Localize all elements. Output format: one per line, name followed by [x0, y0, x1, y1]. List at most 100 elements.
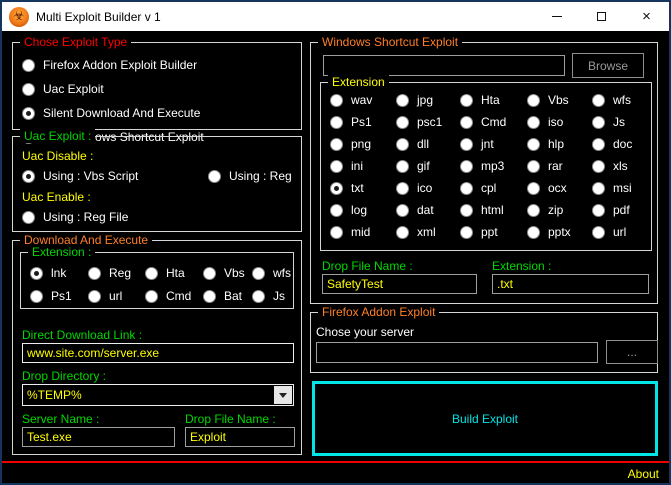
- group-title-extension-left: Extension :: [28, 245, 95, 259]
- direct-download-link-input[interactable]: [22, 343, 294, 363]
- radio-label: png: [351, 137, 371, 151]
- radio-reg[interactable]: Reg: [88, 266, 145, 280]
- radio-js[interactable]: Js: [592, 115, 644, 129]
- radio-label: rar: [548, 159, 563, 173]
- radio-vbs[interactable]: Vbs: [203, 266, 252, 280]
- shortcut-path-input[interactable]: [323, 55, 565, 76]
- radio-jpg[interactable]: jpg: [396, 93, 460, 107]
- radio-hta[interactable]: Hta: [145, 266, 203, 280]
- radio-wfs[interactable]: wfs: [252, 266, 294, 280]
- radio-dat[interactable]: dat: [396, 203, 460, 217]
- chose-your-server-label: Chose your server: [316, 325, 414, 339]
- radio-ps1[interactable]: Ps1: [30, 289, 88, 303]
- radio-pdf[interactable]: pdf: [592, 203, 644, 217]
- radio-using-reg[interactable]: Using : Reg: [208, 169, 292, 183]
- radio-using-vbs-script[interactable]: Using : Vbs Script: [22, 169, 208, 183]
- radio-cmd[interactable]: Cmd: [145, 289, 203, 303]
- browse-button[interactable]: Browse: [572, 53, 644, 78]
- radio-label: wav: [351, 93, 372, 107]
- radio-html[interactable]: html: [460, 203, 527, 217]
- radio-zip[interactable]: zip: [527, 203, 592, 217]
- client-area: Chose Exploit Type Firefox Addon Exploit…: [2, 31, 669, 483]
- about-link[interactable]: About: [628, 467, 659, 481]
- build-exploit-button[interactable]: Build Exploit: [312, 381, 658, 456]
- extension-label-right: Extension :: [492, 259, 551, 273]
- radio-wfs[interactable]: wfs: [592, 93, 644, 107]
- radio-url[interactable]: url: [592, 225, 644, 239]
- radio-circle-icon: [527, 226, 540, 239]
- radio-label: html: [481, 203, 504, 217]
- minimize-button[interactable]: [534, 2, 579, 31]
- radio-ps1[interactable]: Ps1: [330, 115, 396, 129]
- firefox-server-input[interactable]: [316, 342, 598, 363]
- radio-mp3[interactable]: mp3: [460, 159, 527, 173]
- minimize-icon: [552, 16, 562, 17]
- radio-psc1[interactable]: psc1: [396, 115, 460, 129]
- radio-label: Ps1: [51, 289, 72, 303]
- radio-circle-icon: [22, 170, 35, 183]
- radio-label: msi: [613, 181, 632, 195]
- radio-label: Using : Reg File: [43, 210, 128, 224]
- server-name-input[interactable]: [22, 427, 175, 447]
- radio-vbs[interactable]: Vbs: [527, 93, 592, 107]
- radio-ini[interactable]: ini: [330, 159, 396, 173]
- close-button[interactable]: ×: [624, 2, 669, 31]
- radio-js[interactable]: Js: [252, 289, 294, 303]
- radio-wav[interactable]: wav: [330, 93, 396, 107]
- radio-circle-icon: [252, 290, 265, 303]
- radio-circle-icon: [88, 290, 101, 303]
- radio-using-reg-file[interactable]: Using : Reg File: [22, 210, 128, 224]
- radio-msi[interactable]: msi: [592, 181, 644, 195]
- radio-label: txt: [351, 181, 364, 195]
- radio-log[interactable]: log: [330, 203, 396, 217]
- app-icon: ☣: [9, 7, 29, 27]
- radio-png[interactable]: png: [330, 137, 396, 151]
- radio-pptx[interactable]: pptx: [527, 225, 592, 239]
- radio-hlp[interactable]: hlp: [527, 137, 592, 151]
- radio-ocx[interactable]: ocx: [527, 181, 592, 195]
- radio-label: Silent Download And Execute: [43, 106, 200, 120]
- radio-label: hlp: [548, 137, 564, 151]
- radio-txt[interactable]: txt: [330, 181, 396, 195]
- radio-label: Uac Exploit: [43, 82, 104, 96]
- radio-xml[interactable]: xml: [396, 225, 460, 239]
- radio-doc[interactable]: doc: [592, 137, 644, 151]
- radio-uac-exploit[interactable]: Uac Exploit: [22, 82, 104, 96]
- drop-directory-combobox[interactable]: %TEMP%: [22, 384, 294, 406]
- uac-disable-options: Using : Vbs Script Using : Reg: [22, 169, 294, 183]
- radio-bat[interactable]: Bat: [203, 289, 252, 303]
- radio-silent-download-and-execute[interactable]: Silent Download And Execute: [22, 106, 294, 120]
- radio-lnk[interactable]: lnk: [30, 266, 88, 280]
- drop-directory-label: Drop Directory :: [22, 369, 106, 383]
- radio-gif[interactable]: gif: [396, 159, 460, 173]
- radio-ico[interactable]: ico: [396, 181, 460, 195]
- radio-firefox-addon-exploit-builder[interactable]: Firefox Addon Exploit Builder: [22, 58, 213, 72]
- radio-label: zip: [548, 203, 563, 217]
- radio-hta[interactable]: Hta: [460, 93, 527, 107]
- radio-circle-icon: [396, 204, 409, 217]
- maximize-button[interactable]: [579, 2, 624, 31]
- radio-cmd[interactable]: Cmd: [460, 115, 527, 129]
- group-title-firefox-addon-exploit: Firefox Addon Exploit: [318, 305, 439, 319]
- radio-dll[interactable]: dll: [396, 137, 460, 151]
- drop-file-name-input-right[interactable]: [322, 274, 477, 294]
- radio-url[interactable]: url: [88, 289, 145, 303]
- radio-label: Using : Vbs Script: [43, 169, 138, 183]
- radio-circle-icon: [396, 160, 409, 173]
- radio-xls[interactable]: xls: [592, 159, 644, 173]
- radio-circle-icon: [592, 116, 605, 129]
- radio-circle-icon: [330, 182, 343, 195]
- radio-label: ini: [351, 159, 363, 173]
- extension-input-right[interactable]: [492, 274, 649, 294]
- radio-circle-icon: [460, 138, 473, 151]
- radio-mid[interactable]: mid: [330, 225, 396, 239]
- drop-file-name-input-left[interactable]: [185, 427, 295, 447]
- drop-directory-dropdown-button[interactable]: [274, 386, 292, 404]
- radio-circle-icon: [330, 138, 343, 151]
- radio-cpl[interactable]: cpl: [460, 181, 527, 195]
- radio-jnt[interactable]: jnt: [460, 137, 527, 151]
- firefox-browse-button[interactable]: ...: [606, 340, 658, 364]
- radio-iso[interactable]: iso: [527, 115, 592, 129]
- radio-rar[interactable]: rar: [527, 159, 592, 173]
- radio-ppt[interactable]: ppt: [460, 225, 527, 239]
